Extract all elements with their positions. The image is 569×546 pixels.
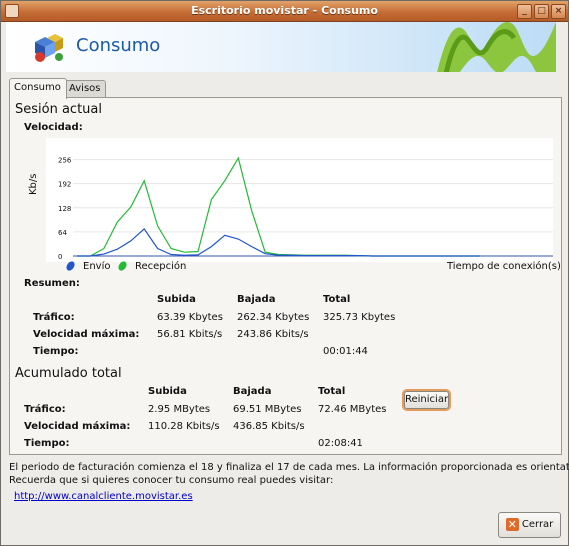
billing-info-line1: El periodo de facturación comienza el 18… <box>9 462 569 473</box>
acc-traffic-bajada: 69.51 MBytes <box>233 404 302 415</box>
window-title: Escritorio movistar - Consumo <box>191 4 378 17</box>
session-col-subida: Subida <box>157 294 196 305</box>
session-traffic-label: Tráfico: <box>33 312 75 323</box>
acc-col-subida: Subida <box>148 386 187 397</box>
y-tick-label: 256 <box>58 157 72 165</box>
acc-time-label: Tiempo: <box>24 438 70 449</box>
close-button-label: Cerrar <box>521 519 554 530</box>
reset-button[interactable]: Reiniciar <box>404 391 449 409</box>
acc-maxspeed-label: Velocidad máxima: <box>24 421 131 432</box>
chart-y-axis-label: Kb/s <box>28 173 39 195</box>
acc-maxspeed-subida: 110.28 Kbits/s <box>148 421 220 432</box>
y-tick-label: 0 <box>58 253 62 261</box>
session-maxspeed-bajada: 243.86 Kbits/s <box>237 329 309 340</box>
y-tick-label: 192 <box>58 181 71 189</box>
tab-consumo[interactable]: Consumo <box>9 78 67 99</box>
session-time-label: Tiempo: <box>33 346 79 357</box>
y-tick-label: 128 <box>58 205 71 213</box>
session-maxspeed-subida: 56.81 Kbits/s <box>157 329 223 340</box>
session-time-total: 00:01:44 <box>323 346 368 357</box>
series-line-recepción <box>77 156 481 257</box>
customer-portal-link[interactable]: http://www.canalcliente.movistar.es <box>14 491 193 502</box>
legend-recepcion-label: Recepción <box>135 261 187 272</box>
session-heading: Sesión actual <box>15 102 102 117</box>
accumulated-heading: Acumulado total <box>15 366 122 381</box>
minimize-button[interactable]: _ <box>517 4 532 19</box>
session-col-bajada: Bajada <box>237 294 276 305</box>
consumo-panel: Sesión actual Velocidad: 0 64 128 192 256 Kb… <box>9 97 562 455</box>
summary-label: Resumen: <box>24 278 80 289</box>
close-window-button[interactable]: × <box>551 4 566 19</box>
acc-time-total: 02:08:41 <box>318 438 363 449</box>
acc-traffic-total: 72.46 MBytes <box>318 404 387 415</box>
speed-chart: 0 64 128 192 256 <box>46 138 553 262</box>
acc-col-bajada: Bajada <box>233 386 272 397</box>
application-window: Escritorio movistar - Consumo _ □ × Cons… <box>0 0 569 546</box>
legend-envio-label: Envío <box>83 261 111 272</box>
billing-info-line2: Recuerda que si quieres conocer tu consu… <box>9 475 334 486</box>
session-traffic-total: 325.73 Kbytes <box>323 312 396 323</box>
acc-col-total: Total <box>318 386 346 397</box>
y-tick-label: 64 <box>58 229 67 237</box>
acc-traffic-subida: 2.95 MBytes <box>148 404 211 415</box>
header-banner: Consumo <box>6 22 556 72</box>
session-maxspeed-label: Velocidad máxima: <box>33 329 140 340</box>
series-line-envío <box>77 227 481 257</box>
consumo-logo-icon <box>35 34 63 62</box>
chart-x-axis-label: Tiempo de conexión(s) <box>447 261 561 272</box>
tab-avisos[interactable]: Avisos <box>64 80 106 98</box>
close-icon: ✕ <box>505 518 519 531</box>
speed-label: Velocidad: <box>24 122 83 133</box>
acc-maxspeed-bajada: 436.85 Kbits/s <box>233 421 305 432</box>
session-traffic-bajada: 262.34 Kbytes <box>237 312 310 323</box>
close-button[interactable]: ✕ Cerrar <box>498 512 561 538</box>
movistar-logo-icon <box>437 22 556 72</box>
title-bar[interactable]: Escritorio movistar - Consumo _ □ × <box>1 1 568 22</box>
session-traffic-subida: 63.39 Kbytes <box>157 312 223 323</box>
acc-traffic-label: Tráfico: <box>24 404 66 415</box>
maximize-button[interactable]: □ <box>534 4 549 19</box>
banner-title: Consumo <box>76 35 161 56</box>
session-col-total: Total <box>323 294 351 305</box>
